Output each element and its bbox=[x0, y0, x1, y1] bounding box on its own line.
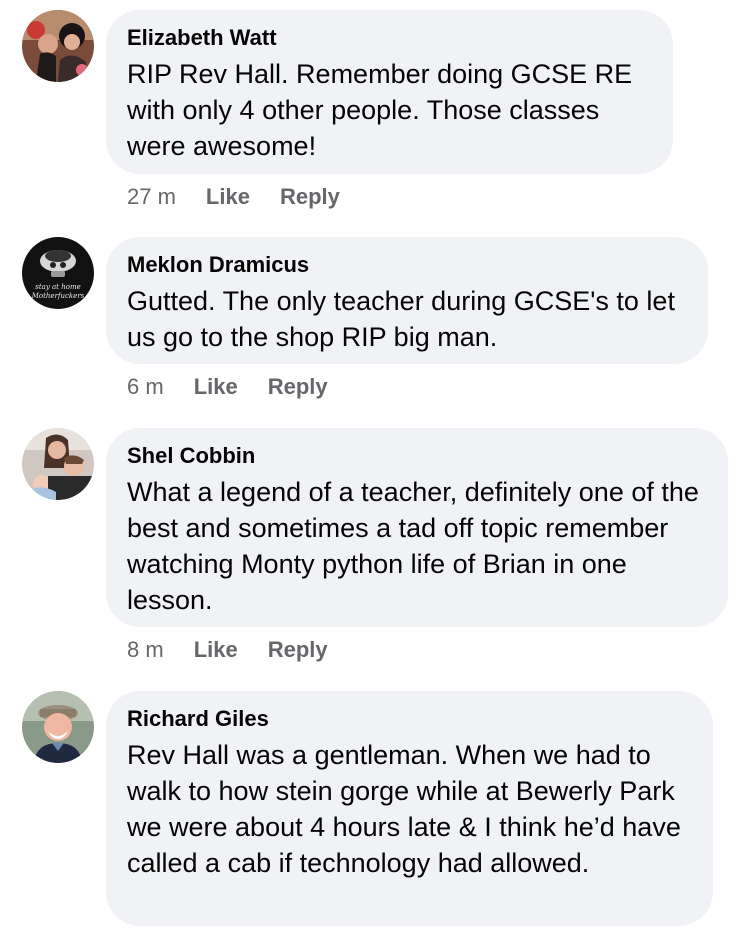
reply-button[interactable]: Reply bbox=[280, 184, 340, 210]
comment-text: Rev Hall was a gentleman. When we had to… bbox=[127, 740, 681, 878]
comment-time[interactable]: 8 m bbox=[127, 637, 164, 663]
comment-text: RIP Rev Hall. Remember doing GCSE RE wit… bbox=[127, 59, 633, 161]
avatar[interactable] bbox=[22, 428, 94, 500]
comment-text: Gutted. The only teacher during GCSE's t… bbox=[127, 286, 675, 352]
comment-time[interactable]: 6 m bbox=[127, 374, 164, 400]
comment-time[interactable]: 27 m bbox=[127, 184, 176, 210]
comment-actions: 6 m Like Reply bbox=[127, 372, 358, 402]
comment-author[interactable]: Elizabeth Watt bbox=[127, 24, 651, 52]
svg-text:Motherfuckers: Motherfuckers bbox=[31, 292, 85, 300]
like-button[interactable]: Like bbox=[206, 184, 250, 210]
profile-photo-icon bbox=[22, 10, 94, 82]
comment-bubble: Meklon Dramicus Gutted. The only teacher… bbox=[106, 237, 708, 364]
avatar[interactable] bbox=[22, 691, 94, 763]
avatar[interactable] bbox=[22, 10, 94, 82]
profile-photo-icon bbox=[22, 691, 94, 763]
like-button[interactable]: Like bbox=[194, 637, 238, 663]
comment-bubble: Shel Cobbin What a legend of a teacher, … bbox=[106, 428, 728, 627]
comment-actions: 27 m Like Reply bbox=[127, 182, 370, 212]
avatar-caption: stay at home bbox=[35, 283, 80, 291]
comment-bubble: Richard Giles Rev Hall was a gentleman. … bbox=[106, 691, 713, 926]
profile-photo-icon: stay at home Motherfuckers bbox=[22, 237, 94, 309]
comment-bubble: Elizabeth Watt RIP Rev Hall. Remember do… bbox=[106, 10, 673, 174]
like-button[interactable]: Like bbox=[194, 374, 238, 400]
avatar[interactable]: stay at home Motherfuckers bbox=[22, 237, 94, 309]
comment-author[interactable]: Shel Cobbin bbox=[127, 442, 706, 470]
reply-button[interactable]: Reply bbox=[268, 637, 328, 663]
reply-button[interactable]: Reply bbox=[268, 374, 328, 400]
comment-actions: 8 m Like Reply bbox=[127, 635, 358, 665]
comment-text: What a legend of a teacher, definitely o… bbox=[127, 477, 699, 615]
profile-photo-icon bbox=[22, 428, 94, 500]
comment-author[interactable]: Richard Giles bbox=[127, 705, 691, 733]
comment-author[interactable]: Meklon Dramicus bbox=[127, 251, 686, 279]
